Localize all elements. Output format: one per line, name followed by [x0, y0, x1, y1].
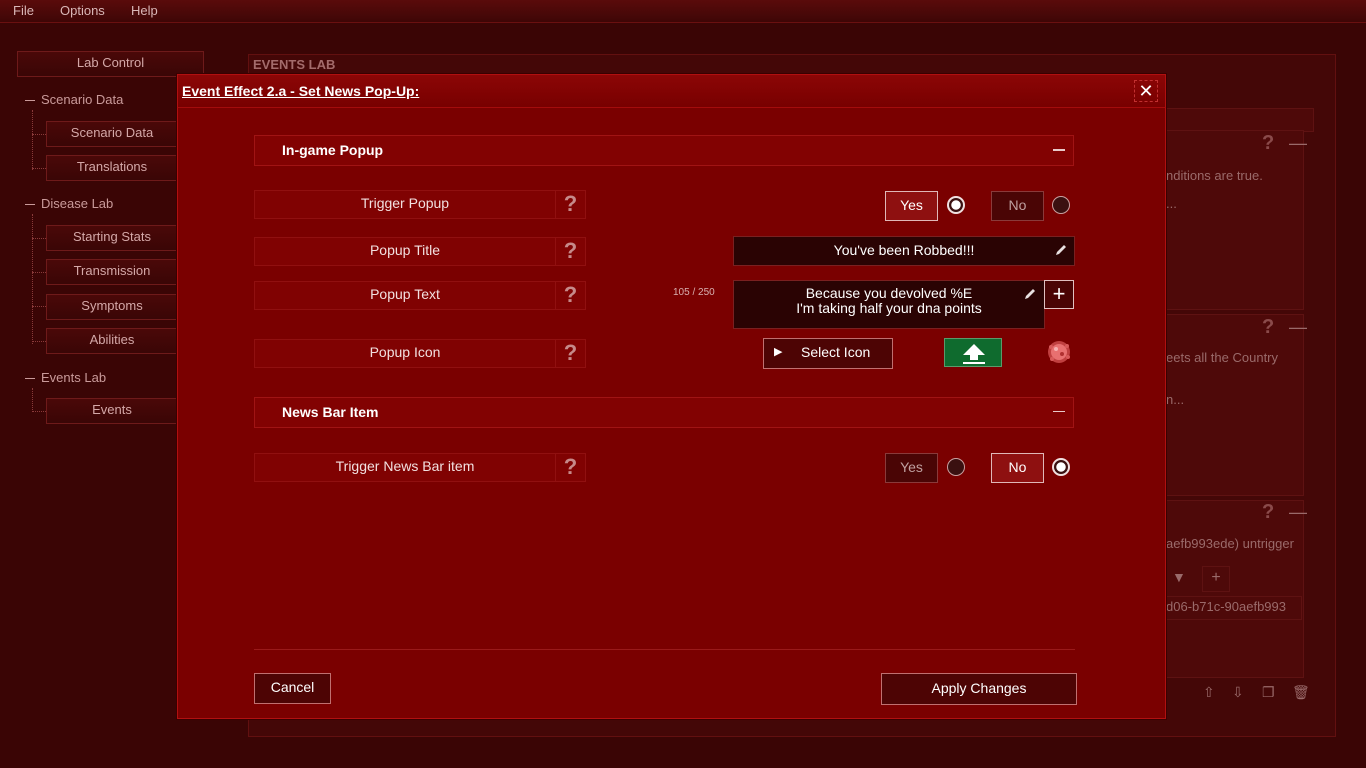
bg-collapse-icon: —: [1289, 502, 1307, 522]
popup-text-label: Popup Text: [254, 281, 556, 310]
help-icon[interactable]: ?: [555, 339, 586, 368]
sidebar-group-label: Scenario Data: [41, 92, 124, 107]
bg-text: ...: [1166, 196, 1177, 211]
char-count: 105 / 250: [673, 287, 715, 298]
footer-divider: [254, 649, 1075, 650]
select-icon-label: Select Icon: [801, 344, 871, 360]
bg-text: aefb993ede) untrigger: [1166, 536, 1294, 551]
dialog-title: Event Effect 2.a - Set News Pop-Up:: [182, 83, 420, 99]
trigger-newsbar-yes-button[interactable]: Yes: [885, 453, 938, 483]
popup-text-input[interactable]: Because you devolved %E I'm taking half …: [733, 280, 1045, 329]
popup-text-line: I'm taking half your dna points: [796, 300, 982, 316]
edit-pencil-icon[interactable]: [1023, 287, 1037, 301]
bg-text: eets all the Country: [1166, 350, 1279, 365]
copy-icon[interactable]: ❐: [1262, 684, 1275, 701]
move-down-icon[interactable]: ⇩: [1232, 684, 1244, 701]
apply-changes-button[interactable]: Apply Changes: [881, 673, 1077, 705]
trigger-newsbar-no-radio[interactable]: [1052, 458, 1070, 476]
sidebar-group-events-lab[interactable]: Events Lab: [25, 370, 106, 385]
play-icon: ▶: [774, 346, 783, 358]
menu-file[interactable]: File: [13, 3, 34, 18]
plus-icon: +: [1052, 281, 1066, 306]
collapse-icon: [25, 204, 35, 206]
popup-title-label: Popup Title: [254, 237, 556, 266]
bg-text: nditions are true.: [1166, 168, 1263, 183]
sidebar-item-abilities[interactable]: Abilities: [46, 328, 178, 354]
section-popup-title: In-game Popup: [282, 142, 384, 158]
menu-help[interactable]: Help: [131, 3, 158, 18]
events-lab-title: EVENTS LAB: [253, 57, 336, 72]
collapse-icon: [25, 378, 35, 380]
popup-title-input[interactable]: You've been Robbed!!!: [733, 236, 1075, 266]
upload-arrow-icon: [963, 344, 985, 364]
cancel-button[interactable]: Cancel: [254, 673, 331, 704]
trigger-popup-no-radio[interactable]: [1052, 196, 1070, 214]
collapse-icon[interactable]: [1053, 411, 1065, 412]
sidebar-group-disease-lab[interactable]: Disease Lab: [25, 196, 113, 211]
collapse-icon[interactable]: [1053, 149, 1065, 151]
sidebar-item-transmission[interactable]: Transmission: [46, 259, 178, 285]
popup-text-line: Because you devolved %E: [805, 285, 973, 301]
virus-icon: [1048, 341, 1070, 363]
sidebar-group-scenario-data[interactable]: Scenario Data: [25, 92, 123, 107]
bg-text: d06-b71c-90aefb993: [1166, 599, 1286, 614]
expand-text-button[interactable]: +: [1044, 280, 1074, 309]
move-up-icon[interactable]: ⇧: [1203, 684, 1215, 701]
bg-card: [1166, 500, 1304, 678]
sidebar-group-label: Events Lab: [41, 370, 107, 385]
trigger-popup-label: Trigger Popup: [254, 190, 556, 219]
trash-icon[interactable]: 🗑: [1292, 684, 1310, 701]
menu-bar: File Options Help: [0, 0, 1366, 23]
close-button[interactable]: ✕: [1134, 80, 1158, 102]
bg-help-icon: ?: [1262, 132, 1275, 154]
trigger-newsbar-yes-radio[interactable]: [947, 458, 965, 476]
section-newsbar-title: News Bar Item: [282, 404, 379, 420]
select-icon-button[interactable]: ▶ Select Icon: [763, 338, 893, 369]
bg-header: [1166, 108, 1314, 132]
bg-collapse-icon: —: [1289, 133, 1307, 153]
sidebar-group-label: Disease Lab: [41, 196, 114, 211]
upload-button[interactable]: [944, 338, 1002, 367]
lab-control-button[interactable]: Lab Control: [17, 51, 204, 77]
trigger-newsbar-label: Trigger News Bar item: [254, 453, 556, 482]
sidebar-item-scenario-data[interactable]: Scenario Data: [46, 121, 178, 147]
collapse-icon: [25, 100, 35, 102]
help-icon[interactable]: ?: [555, 190, 586, 219]
bg-add-icon[interactable]: +: [1202, 566, 1230, 592]
sidebar-item-symptoms[interactable]: Symptoms: [46, 294, 178, 320]
sidebar-item-events[interactable]: Events: [46, 398, 178, 424]
help-icon[interactable]: ?: [555, 237, 586, 266]
edit-pencil-icon[interactable]: [1054, 243, 1068, 257]
bg-collapse-icon: —: [1289, 317, 1307, 337]
bg-help-icon: ?: [1262, 316, 1275, 338]
trigger-popup-no-button[interactable]: No: [991, 191, 1044, 221]
menu-options[interactable]: Options: [60, 3, 105, 18]
close-icon: ✕: [1138, 81, 1154, 101]
bg-dropdown-icon[interactable]: ▼: [1172, 569, 1186, 585]
bg-card: [1166, 130, 1304, 310]
bg-help-icon: ?: [1262, 501, 1275, 523]
popup-title-value: You've been Robbed!!!: [833, 242, 975, 258]
trigger-newsbar-no-button[interactable]: No: [991, 453, 1044, 483]
popup-icon-label: Popup Icon: [254, 339, 556, 368]
sidebar-item-starting-stats[interactable]: Starting Stats: [46, 225, 178, 251]
trigger-popup-yes-radio[interactable]: [947, 196, 965, 214]
trigger-popup-yes-button[interactable]: Yes: [885, 191, 938, 221]
sidebar-item-translations[interactable]: Translations: [46, 155, 178, 181]
bg-text: n...: [1166, 392, 1185, 407]
bg-card: [1166, 314, 1304, 496]
help-icon[interactable]: ?: [555, 453, 586, 482]
help-icon[interactable]: ?: [555, 281, 586, 310]
